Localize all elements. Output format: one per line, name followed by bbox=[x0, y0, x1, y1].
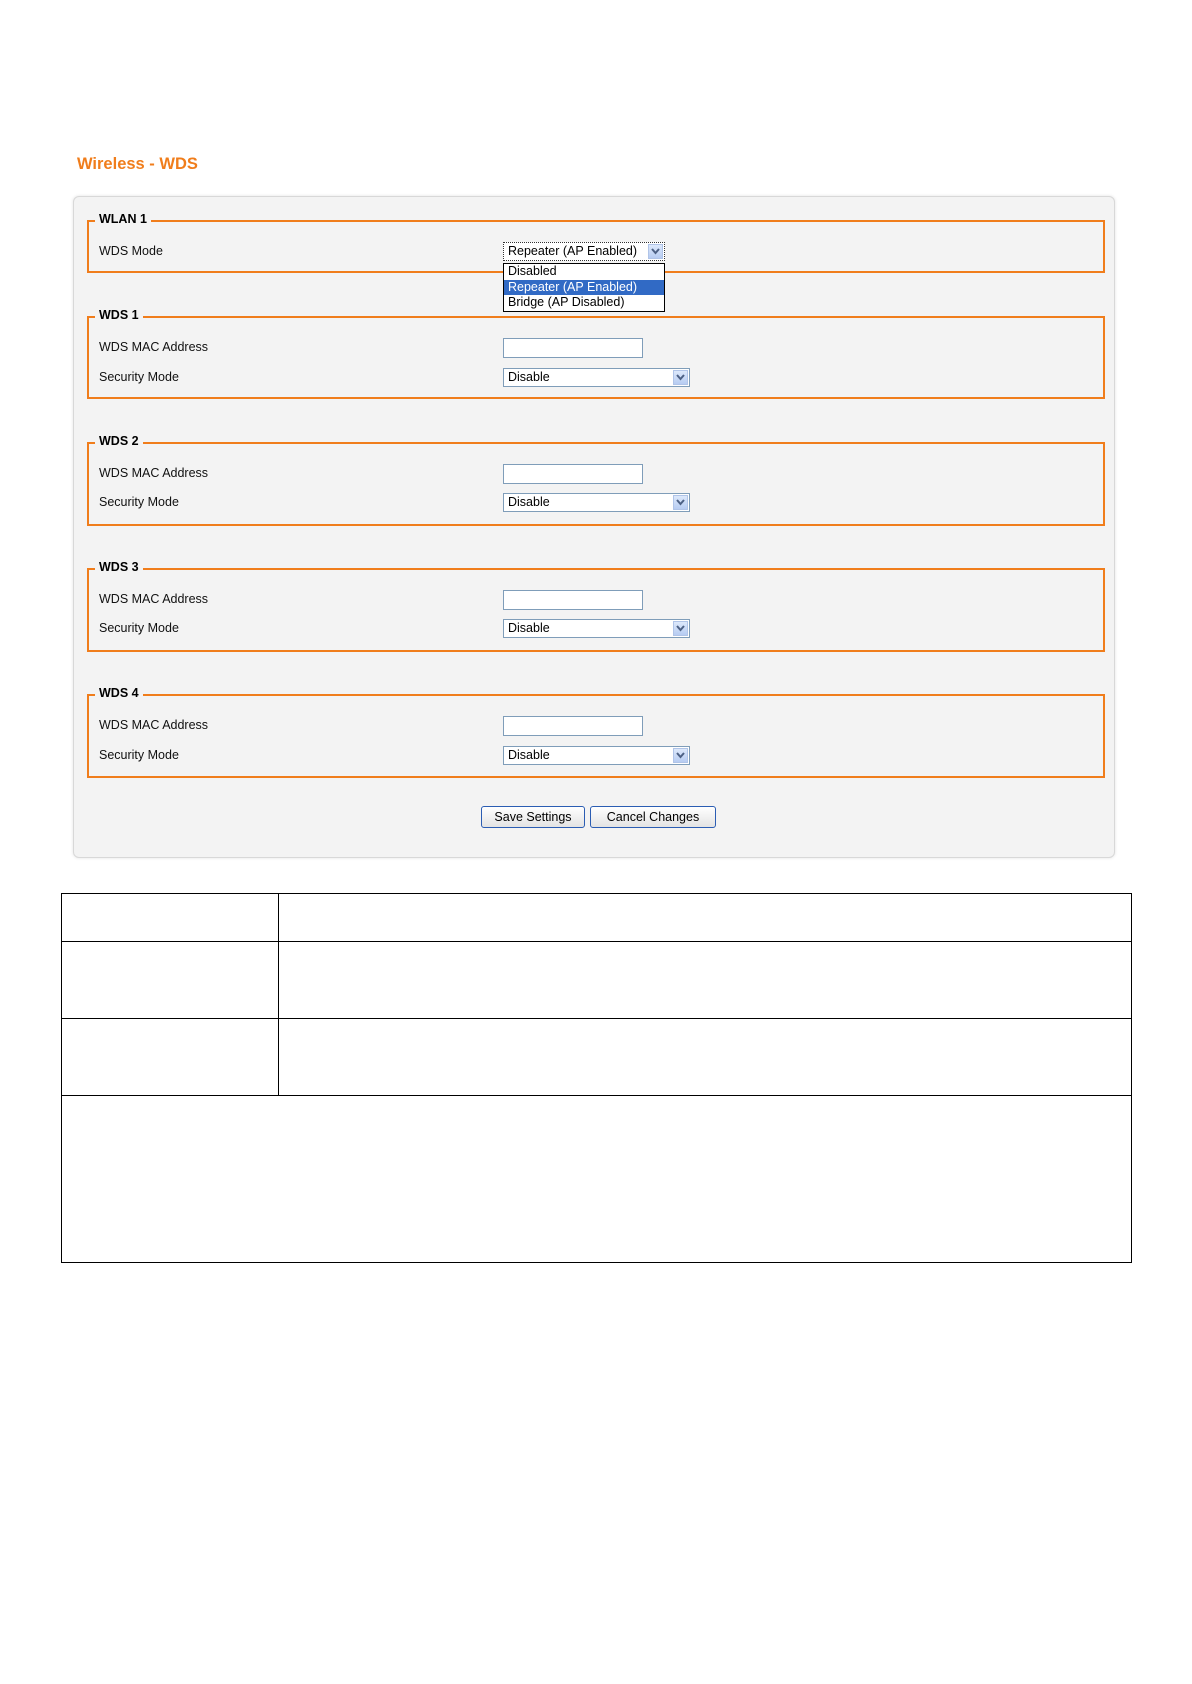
wds3-mac-input[interactable] bbox=[503, 590, 643, 610]
wds4-fieldset: WDS 4 bbox=[87, 686, 1105, 778]
wds2-security-value: Disable bbox=[508, 495, 550, 509]
table-cell bbox=[278, 941, 1132, 1019]
wds1-security-select[interactable]: Disable bbox=[503, 368, 690, 387]
wlan1-legend: WLAN 1 bbox=[95, 212, 151, 226]
chevron-down-icon[interactable] bbox=[673, 621, 688, 636]
save-settings-button[interactable]: Save Settings bbox=[481, 806, 585, 828]
wds4-security-select[interactable]: Disable bbox=[503, 746, 690, 765]
wds2-mac-input[interactable] bbox=[503, 464, 643, 484]
wds-mode-select[interactable]: Repeater (AP Enabled) bbox=[503, 242, 665, 261]
wds4-security-value: Disable bbox=[508, 748, 550, 762]
page-title: Wireless - WDS bbox=[77, 155, 198, 173]
wds4-legend: WDS 4 bbox=[95, 686, 143, 700]
table-cell bbox=[61, 1018, 279, 1096]
wds4-mac-label: WDS MAC Address bbox=[99, 718, 209, 732]
chevron-down-icon[interactable] bbox=[673, 370, 688, 385]
wds2-security-select[interactable]: Disable bbox=[503, 493, 690, 512]
wds-mode-option-bridge[interactable]: Bridge (AP Disabled) bbox=[504, 295, 664, 311]
table-row bbox=[61, 941, 1132, 1019]
wds4-mac-input[interactable] bbox=[503, 716, 643, 736]
wds3-security-value: Disable bbox=[508, 621, 550, 635]
wds-mode-label: WDS Mode bbox=[99, 244, 163, 258]
wds3-security-select[interactable]: Disable bbox=[503, 619, 690, 638]
wds3-security-label: Security Mode bbox=[99, 621, 179, 635]
wds2-mac-label: WDS MAC Address bbox=[99, 466, 209, 480]
wds-mode-dropdown: Disabled Repeater (AP Enabled) Bridge (A… bbox=[503, 263, 665, 312]
wds1-legend: WDS 1 bbox=[95, 308, 143, 322]
table-row bbox=[61, 1095, 1132, 1263]
wds4-security-label: Security Mode bbox=[99, 748, 179, 762]
chevron-down-icon[interactable] bbox=[673, 495, 688, 510]
chevron-down-icon[interactable] bbox=[673, 748, 688, 763]
wds3-legend: WDS 3 bbox=[95, 560, 143, 574]
wds1-mac-input[interactable] bbox=[503, 338, 643, 358]
wds2-security-label: Security Mode bbox=[99, 495, 179, 509]
wds2-fieldset: WDS 2 bbox=[87, 434, 1105, 526]
cancel-changes-button[interactable]: Cancel Changes bbox=[590, 806, 716, 828]
wds3-mac-label: WDS MAC Address bbox=[99, 592, 209, 606]
table-cell bbox=[278, 1018, 1132, 1096]
wds3-fieldset: WDS 3 bbox=[87, 560, 1105, 652]
wds2-legend: WDS 2 bbox=[95, 434, 143, 448]
table-cell bbox=[61, 893, 279, 942]
table-cell bbox=[278, 893, 1132, 942]
table-row bbox=[61, 1018, 1132, 1096]
wds1-security-value: Disable bbox=[508, 370, 550, 384]
wds-mode-option-disabled[interactable]: Disabled bbox=[504, 264, 664, 280]
wds-mode-option-repeater[interactable]: Repeater (AP Enabled) bbox=[504, 279, 664, 296]
wds1-mac-label: WDS MAC Address bbox=[99, 340, 209, 354]
chevron-down-icon[interactable] bbox=[648, 244, 663, 259]
description-table bbox=[61, 893, 1132, 1263]
table-cell bbox=[61, 1095, 1132, 1263]
table-row bbox=[61, 893, 1132, 942]
wds1-security-label: Security Mode bbox=[99, 370, 179, 384]
wds-mode-value: Repeater (AP Enabled) bbox=[508, 244, 638, 258]
table-cell bbox=[61, 941, 279, 1019]
